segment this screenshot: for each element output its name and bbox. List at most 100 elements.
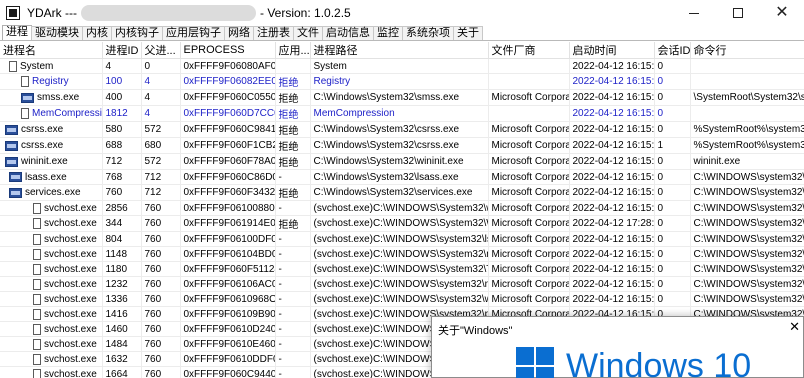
process-name: Registry bbox=[32, 76, 69, 87]
tab-1[interactable]: 驱动模块 bbox=[31, 26, 83, 40]
column-header[interactable]: 父进... bbox=[141, 42, 181, 59]
process-icon bbox=[33, 218, 41, 229]
cell-vendor: Microsoft Corporat... bbox=[488, 121, 570, 138]
cell-start: 2022-04-12 16:15:42 bbox=[569, 137, 655, 154]
table-row[interactable]: System400xFFFF9F06080AF040System2022-04-… bbox=[0, 58, 804, 74]
cell-app: - bbox=[275, 169, 311, 185]
process-name: svchost.exe bbox=[44, 218, 97, 229]
process-name: svchost.exe bbox=[44, 233, 97, 245]
cell-app: - bbox=[275, 231, 311, 247]
table-row[interactable]: smss.exe 40040xFFFF9F060C055040拒绝C:\Windo… bbox=[0, 89, 804, 106]
process-icon bbox=[33, 368, 41, 378]
process-icon bbox=[33, 263, 41, 275]
table-row[interactable]: csrss.exe 6886800xFFFF9F060F1CB240拒绝C:\Wi… bbox=[0, 137, 804, 154]
close-button[interactable]: ✕ bbox=[760, 0, 804, 26]
column-header[interactable]: 会话ID bbox=[654, 42, 691, 59]
tab-11[interactable]: 关于 bbox=[453, 26, 483, 40]
column-header[interactable]: 命令行 bbox=[690, 42, 804, 59]
about-windows-dialog[interactable]: 关于"Windows" ✕ Windows 10 bbox=[431, 316, 804, 378]
column-header[interactable]: 启动时间 bbox=[569, 42, 655, 59]
cell-cmd: C:\WINDOWS\system32\svchost.exe bbox=[690, 246, 804, 262]
cell-eprocess: 0xFFFF9F060C944080 bbox=[180, 366, 276, 378]
cell-app bbox=[275, 58, 311, 74]
cell-ppid: 712 bbox=[141, 169, 181, 185]
column-header[interactable]: 进程名 bbox=[0, 42, 103, 59]
tab-6[interactable]: 注册表 bbox=[253, 26, 294, 40]
table-row[interactable]: svchost.exe 3447600xFFFF9F061914E080拒绝(sv… bbox=[0, 215, 804, 232]
cell-pid: 1484 bbox=[102, 336, 142, 352]
table-row[interactable]: svchost.exe 8047600xFFFF9F06100DF0C0-(svc… bbox=[0, 231, 804, 247]
executable-icon bbox=[21, 92, 34, 103]
cell-path: C:\Windows\System32\csrss.exe bbox=[310, 137, 489, 154]
cell-pid: 1416 bbox=[102, 306, 142, 322]
about-dialog-close-icon[interactable]: ✕ bbox=[789, 319, 800, 335]
tab-10[interactable]: 系统杂项 bbox=[402, 26, 454, 40]
cell-cmd: C:\WINDOWS\system32\services.exe bbox=[690, 184, 804, 201]
cell-ppid: 760 bbox=[141, 200, 181, 216]
cell-path: (svchost.exe)C:\WINDOWS\system32\nlasvr.… bbox=[310, 276, 489, 292]
windows-logo: Windows 10 bbox=[516, 347, 751, 378]
cell-vendor: Microsoft Corporat... bbox=[488, 169, 570, 185]
cell-eprocess: 0xFFFF9F0610DDF0C0 bbox=[180, 351, 276, 367]
cell-eprocess: 0xFFFF9F0610088080 bbox=[180, 200, 276, 216]
table-row[interactable]: wininit.exe 7125720xFFFF9F060F78A0C0拒绝C:\… bbox=[0, 153, 804, 170]
process-name: svchost.exe bbox=[44, 308, 97, 320]
cell-session: 0 bbox=[654, 73, 691, 90]
maximize-button[interactable] bbox=[716, 0, 760, 26]
cell-pid: 1232 bbox=[102, 276, 142, 292]
table-row[interactable]: svchost.exe 12327600xFFFF9F06106AC0C0-(sv… bbox=[0, 276, 804, 292]
cell-pid: 688 bbox=[102, 137, 142, 154]
cell-path: Registry bbox=[310, 73, 489, 90]
cell-path: (svchost.exe)C:\WINDOWS\system32\wevtsv.… bbox=[310, 291, 489, 307]
cell-ppid: 4 bbox=[141, 73, 181, 90]
column-header[interactable]: 进程路径 bbox=[310, 42, 489, 59]
cell-path: System bbox=[310, 58, 489, 74]
table-row[interactable]: svchost.exe 28567600xFFFF9F0610088080-(sv… bbox=[0, 200, 804, 216]
cell-cmd bbox=[690, 105, 804, 122]
table-row[interactable]: svchost.exe 11487600xFFFF9F06104BD0C0-(sv… bbox=[0, 246, 804, 262]
cell-name: csrss.exe bbox=[0, 121, 103, 138]
cell-name: svchost.exe bbox=[0, 291, 103, 307]
tab-8[interactable]: 启动信息 bbox=[322, 26, 374, 40]
tab-9[interactable]: 监控 bbox=[373, 26, 403, 40]
cell-ppid: 760 bbox=[141, 276, 181, 292]
process-name: svchost.exe bbox=[44, 368, 97, 378]
cell-name: MemCompression bbox=[0, 105, 103, 122]
cell-ppid: 680 bbox=[141, 137, 181, 154]
tab-4[interactable]: 应用层钩子 bbox=[162, 26, 225, 40]
cell-session: 0 bbox=[654, 215, 691, 232]
column-header[interactable]: 文件厂商 bbox=[488, 42, 570, 59]
cell-vendor: Microsoft Corporat... bbox=[488, 291, 570, 307]
tab-2[interactable]: 内核 bbox=[82, 26, 112, 40]
tab-3[interactable]: 内核钩子 bbox=[111, 26, 163, 40]
column-header[interactable]: EPROCESS bbox=[180, 42, 276, 59]
cell-eprocess: 0xFFFF9F060C055040 bbox=[180, 89, 276, 106]
tab-7[interactable]: 文件 bbox=[293, 26, 323, 40]
table-row[interactable]: csrss.exe 5805720xFFFF9F060C984140拒绝C:\Wi… bbox=[0, 121, 804, 138]
column-header[interactable]: 应用... bbox=[275, 42, 311, 59]
cell-vendor: Microsoft Corporat... bbox=[488, 246, 570, 262]
tab-5[interactable]: 网络 bbox=[224, 26, 254, 40]
process-name: svchost.exe bbox=[44, 202, 97, 214]
table-row[interactable]: MemCompression181240xFFFF9F060D7CC040拒绝M… bbox=[0, 105, 804, 122]
cell-ppid: 760 bbox=[141, 261, 181, 277]
cell-start: 2022-04-12 16:15:43 bbox=[569, 261, 655, 277]
cell-pid: 768 bbox=[102, 169, 142, 185]
table-row[interactable]: svchost.exe 13367600xFFFF9F0610968OC0-(sv… bbox=[0, 291, 804, 307]
cell-name: svchost.exe bbox=[0, 336, 103, 352]
executable-icon bbox=[5, 124, 18, 135]
column-header[interactable]: 进程ID bbox=[102, 42, 142, 59]
table-row[interactable]: services.exe7607120xFFFF9F060F3432C0拒绝C:… bbox=[0, 184, 804, 201]
minimize-button[interactable] bbox=[672, 0, 716, 26]
cell-name: svchost.exe bbox=[0, 215, 103, 232]
table-row[interactable]: Registry10040xFFFF9F06082EE080拒绝Registry… bbox=[0, 73, 804, 90]
cell-name: svchost.exe bbox=[0, 366, 103, 378]
tab-0[interactable]: 进程 bbox=[2, 25, 32, 40]
table-row[interactable]: svchost.exe 11807600xFFFF9F060F511240-(sv… bbox=[0, 261, 804, 277]
cell-session: 0 bbox=[654, 261, 691, 277]
cell-app: 拒绝 bbox=[275, 184, 311, 201]
table-row[interactable]: lsass.exe 7687120xFFFF9F060C86D080-C:\Win… bbox=[0, 169, 804, 185]
cell-start: 2022-04-12 16:15:38 bbox=[569, 121, 655, 138]
process-name: svchost.exe bbox=[44, 263, 97, 275]
cell-session: 0 bbox=[654, 105, 691, 122]
